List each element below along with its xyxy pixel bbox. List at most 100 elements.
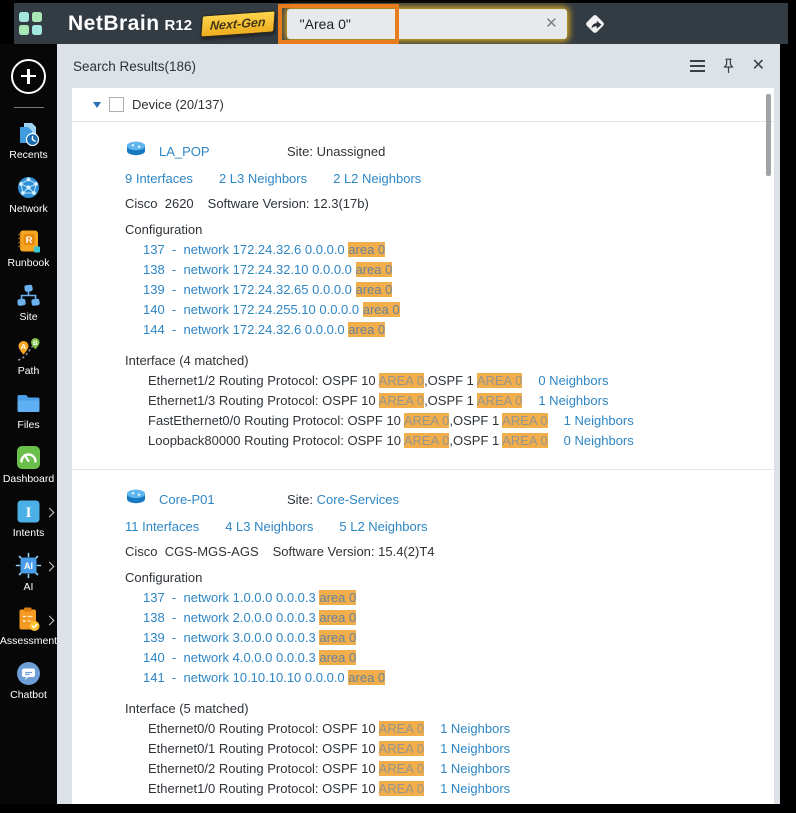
config-line[interactable]: 139 - network 172.24.32.65 0.0.0.0 area …	[143, 282, 764, 302]
site-icon	[15, 281, 42, 309]
config-line[interactable]: 140 - network 172.24.255.10 0.0.0.0 area…	[143, 302, 764, 322]
interface-line: Ethernet0/0 Routing Protocol: OSPF 10 AR…	[148, 721, 764, 741]
add-button[interactable]	[11, 59, 46, 94]
vertical-scrollbar[interactable]	[766, 94, 771, 176]
device-stat-link[interactable]: 2 L2 Neighbors	[333, 171, 421, 186]
sidebar-item-label: Path	[17, 365, 40, 377]
collapse-triangle-icon[interactable]	[93, 101, 101, 108]
interface-area-highlight: AREA 0	[378, 721, 425, 736]
device-stat-link[interactable]: 4 L3 Neighbors	[225, 519, 313, 534]
sidebar-item-label: Assessment	[0, 635, 58, 647]
global-search: "Area 0"	[277, 3, 567, 44]
sidebar-item-label: Files	[17, 419, 40, 431]
chevron-right-icon	[44, 615, 55, 626]
device-model-row: Cisco CGS-MGS-AGS Software Version: 15.4(…	[125, 544, 764, 559]
device-name-link[interactable]: LA_POP	[159, 144, 210, 159]
config-line-number: 139	[143, 630, 165, 645]
sidebar-item-recents[interactable]: Recents	[0, 115, 57, 169]
config-line[interactable]: 138 - network 2.0.0.0 0.0.0.3 area 0	[143, 610, 764, 630]
device-stat-link[interactable]: 9 Interfaces	[125, 171, 193, 186]
neighbors-link[interactable]: 0 Neighbors	[564, 433, 634, 448]
sidebar-item-chatbot[interactable]: Chatbot	[0, 655, 57, 709]
search-results-panel: Search Results(186) Device (20/137)	[57, 44, 780, 804]
device-group-checkbox[interactable]	[109, 97, 124, 112]
sidebar-item-ai[interactable]: AI AI	[0, 547, 57, 601]
config-line[interactable]: 137 - network 1.0.0.0 0.0.0.3 area 0	[143, 590, 764, 610]
search-go-icon[interactable]	[580, 9, 610, 39]
config-line-highlight: area 0	[319, 650, 357, 665]
interface-line: FastEthernet0/0 Routing Protocol: OSPF 1…	[148, 413, 764, 433]
device-site-label: Site:	[287, 491, 314, 507]
menu-icon[interactable]	[689, 60, 705, 72]
device-stat-link[interactable]: 5 L2 Neighbors	[339, 519, 427, 534]
neighbors-link[interactable]: 1 Neighbors	[538, 393, 608, 408]
interface-line: Loopback80000 Routing Protocol: OSPF 10 …	[148, 433, 764, 453]
neighbors-link[interactable]: 1 Neighbors	[564, 413, 634, 428]
config-line[interactable]: 144 - network 172.24.32.6 0.0.0.0 area 0	[143, 322, 764, 342]
sidebar-item-intents[interactable]: I Intents	[0, 493, 57, 547]
configuration-label: Configuration	[125, 222, 203, 237]
app-launcher-grid-icon[interactable]	[19, 12, 42, 35]
neighbors-link[interactable]: 1 Neighbors	[440, 761, 510, 776]
pin-icon[interactable]	[722, 58, 735, 74]
config-line[interactable]: 137 - network 172.24.32.6 0.0.0.0 area 0	[143, 242, 764, 262]
neighbors-link[interactable]: 1 Neighbors	[440, 741, 510, 756]
interface-text: Ethernet1/0 Routing Protocol: OSPF 10	[148, 781, 379, 796]
recents-icon	[15, 119, 42, 147]
search-value: "Area 0"	[299, 15, 351, 32]
chatbot-icon	[15, 659, 42, 687]
interface-text: Ethernet1/2 Routing Protocol: OSPF 10	[148, 373, 379, 388]
interface-label: Interface (5 matched)	[125, 701, 249, 716]
sidebar-item-runbook[interactable]: R Runbook	[0, 223, 57, 277]
device-name-link[interactable]: Core-P01	[159, 492, 215, 507]
interface-text: Ethernet0/1 Routing Protocol: OSPF 10	[148, 741, 379, 756]
sidebar-item-assessment[interactable]: Assessment	[0, 601, 57, 655]
interface-area-highlight: AREA 0	[476, 373, 523, 388]
device-header: Core-P01 Site: Core-Services	[125, 488, 764, 510]
sidebar-item-network[interactable]: Network	[0, 169, 57, 223]
sidebar-item-site[interactable]: Site	[0, 277, 57, 331]
network-icon	[15, 173, 42, 201]
config-line-highlight: area 0	[362, 302, 400, 317]
config-line-text: network 2.0.0.0 0.0.0.3	[183, 610, 320, 625]
device-block: LA_POP Site: Unassigned 9 Interfaces 2 L3…	[72, 122, 774, 469]
sidebar-item-path[interactable]: A B Path	[0, 331, 57, 385]
interface-line: Ethernet0/1 Routing Protocol: OSPF 10 AR…	[148, 741, 764, 761]
search-input[interactable]: "Area 0"	[286, 8, 567, 39]
sidebar-item-dashboard[interactable]: Dashboard	[0, 439, 57, 493]
device-stat-link[interactable]: 2 L3 Neighbors	[219, 171, 307, 186]
interface-area-highlight: AREA 0	[378, 781, 425, 796]
neighbors-link[interactable]: 0 Neighbors	[538, 373, 608, 388]
config-line-text: network 172.24.32.6 0.0.0.0	[183, 242, 349, 257]
config-line-number: 137	[143, 242, 165, 257]
interface-line: Ethernet1/3 Routing Protocol: OSPF 10 AR…	[148, 393, 764, 413]
config-line-separator: -	[164, 322, 184, 337]
panel-header: Search Results(186)	[57, 44, 780, 88]
device-site-value[interactable]: Core-Services	[317, 492, 399, 507]
interface-text: Loopback80000 Routing Protocol: OSPF 10	[148, 433, 404, 448]
config-line[interactable]: 140 - network 4.0.0.0 0.0.0.3 area 0	[143, 650, 764, 670]
sidebar-item-label: Network	[9, 203, 48, 215]
device-group-label: Device (20/137)	[132, 97, 224, 112]
interface-text: ,OSPF 1	[424, 393, 477, 408]
interface-area-highlight: AREA 0	[476, 393, 523, 408]
neighbors-link[interactable]: 1 Neighbors	[440, 721, 510, 736]
config-lines: 137 - network 1.0.0.0 0.0.0.3 area 0 138 …	[143, 590, 764, 690]
config-line[interactable]: 141 - network 10.10.10.10 0.0.0.0 area 0	[143, 670, 764, 690]
neighbors-link[interactable]: 1 Neighbors	[440, 781, 510, 796]
interface-text: ,OSPF 1	[449, 413, 503, 428]
clear-search-icon[interactable]	[545, 16, 558, 31]
config-line-number: 137	[143, 590, 165, 605]
assessment-icon	[15, 605, 42, 633]
config-line-text: network 4.0.0.0 0.0.0.3	[183, 650, 320, 665]
config-line[interactable]: 139 - network 3.0.0.0 0.0.0.3 area 0	[143, 630, 764, 650]
router-icon	[125, 488, 147, 510]
device-links-row: 11 Interfaces 4 L3 Neighbors 5 L2 Neighbor…	[125, 519, 764, 534]
config-line-highlight: area 0	[348, 670, 386, 685]
close-icon[interactable]	[752, 58, 765, 74]
device-model: Cisco CGS-MGS-AGS	[125, 544, 259, 559]
sidebar-item-files[interactable]: Files	[0, 385, 57, 439]
config-line-separator: -	[164, 610, 184, 625]
device-stat-link[interactable]: 11 Interfaces	[125, 519, 199, 534]
config-line[interactable]: 138 - network 172.24.32.10 0.0.0.0 area …	[143, 262, 764, 282]
